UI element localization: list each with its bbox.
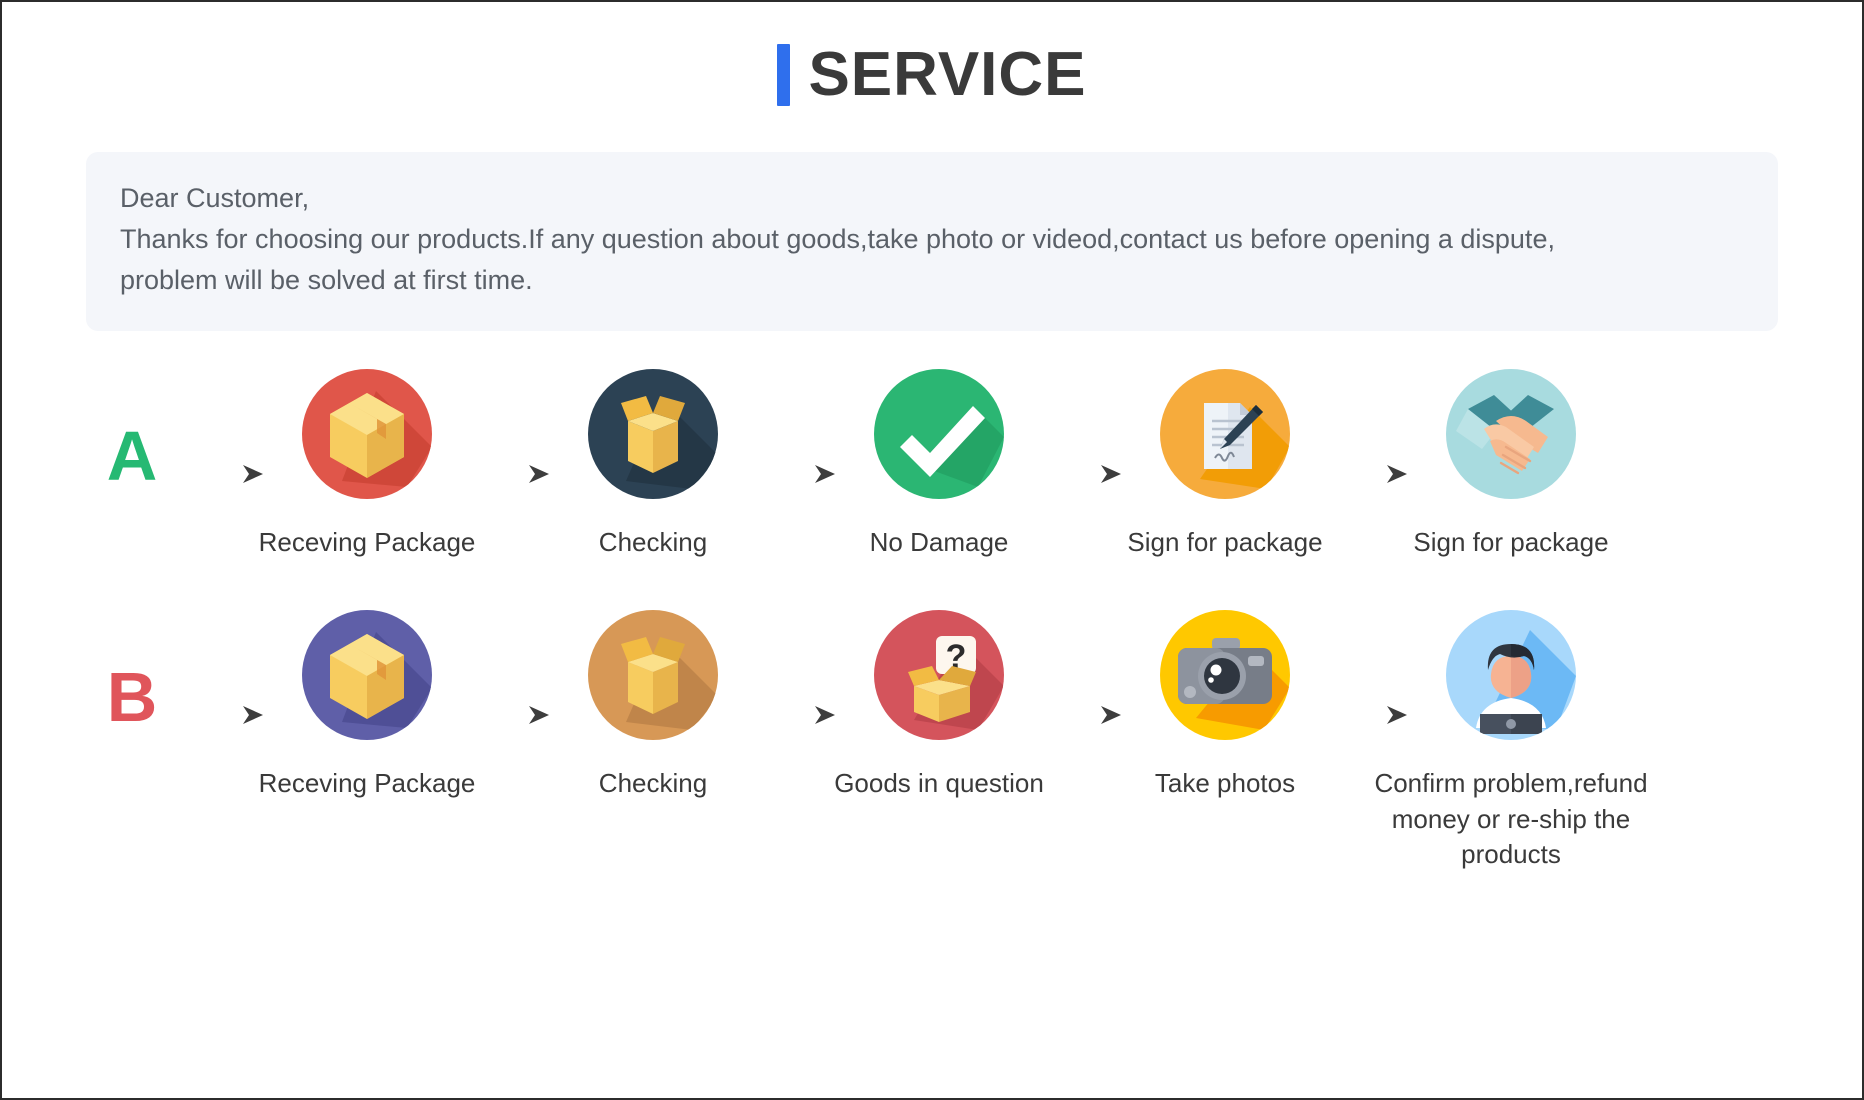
flow-a-step-2: Checking bbox=[558, 369, 748, 560]
support-agent-icon bbox=[1446, 610, 1576, 741]
flow-b-step-5: Confirm problem,refund money or re-ship … bbox=[1374, 610, 1648, 872]
question-box-icon: ? bbox=[874, 610, 1004, 741]
service-page: SERVICE Dear Customer, Thanks for choosi… bbox=[0, 0, 1864, 1100]
camera-icon bbox=[1160, 610, 1290, 741]
open-box-icon bbox=[588, 369, 718, 500]
package-box-icon bbox=[302, 610, 432, 741]
arrow-icon bbox=[748, 369, 844, 487]
arrow-icon bbox=[176, 610, 272, 728]
customer-notice-panel: Dear Customer, Thanks for choosing our p… bbox=[86, 152, 1778, 332]
flow-b-step-4: Take photos bbox=[1130, 610, 1320, 801]
arrow-icon bbox=[1034, 610, 1130, 728]
flow-letter-a: A bbox=[106, 417, 158, 496]
flow-row-b: B Receving Package Checking ? Goods in q… bbox=[2, 610, 1862, 872]
title-accent-bar bbox=[777, 44, 791, 106]
flow-a-step-3: No Damage bbox=[844, 369, 1034, 560]
package-box-icon bbox=[302, 369, 432, 500]
document-pen-icon bbox=[1160, 369, 1290, 500]
flow-a-step-1: Receving Package bbox=[259, 369, 475, 560]
flow-b-step-2: Checking bbox=[558, 610, 748, 801]
arrow-icon bbox=[176, 369, 272, 487]
flow-b-step-3: ? Goods in question bbox=[834, 610, 1044, 801]
flow-a-step-4: Sign for package bbox=[1127, 369, 1323, 560]
flow-a-step-2-label: Checking bbox=[598, 527, 708, 558]
arrow-icon bbox=[748, 610, 844, 728]
flow-b-step-4-label: Take photos bbox=[1154, 768, 1296, 799]
flow-b-step-3-label: Goods in question bbox=[834, 768, 1044, 799]
arrow-icon bbox=[1320, 610, 1416, 728]
page-title: SERVICE bbox=[808, 40, 1087, 109]
checkmark-icon bbox=[874, 369, 1004, 500]
arrow-icon bbox=[1034, 369, 1130, 487]
flow-a-step-5: Sign for package bbox=[1413, 369, 1609, 560]
flow-b-step-1: Receving Package bbox=[259, 610, 475, 801]
flow-b-letter-cell: B bbox=[88, 610, 176, 732]
flow-b-step-2-label: Checking bbox=[598, 768, 708, 799]
arrow-icon bbox=[1320, 369, 1416, 487]
page-header: SERVICE bbox=[2, 2, 1862, 106]
flow-a-letter-cell: A bbox=[88, 369, 176, 491]
flow-b-step-5-label: Confirm problem,refund money or re-ship … bbox=[1374, 768, 1648, 870]
arrow-icon bbox=[462, 610, 558, 728]
notice-line-3: problem will be solved at first time. bbox=[120, 265, 533, 296]
notice-line-1: Dear Customer, bbox=[120, 183, 310, 213]
flow-a-step-4-label: Sign for package bbox=[1127, 527, 1323, 558]
flow-letter-b: B bbox=[106, 658, 158, 737]
flow-b-step-1-label: Receving Package bbox=[258, 768, 476, 799]
open-box-icon bbox=[588, 610, 718, 741]
flow-a-step-3-label: No Damage bbox=[869, 527, 1009, 558]
flow-a-step-5-label: Sign for package bbox=[1413, 527, 1609, 558]
arrow-icon bbox=[462, 369, 558, 487]
flow-a-step-1-label: Receving Package bbox=[258, 527, 476, 558]
handshake-icon bbox=[1446, 369, 1576, 500]
notice-line-2: Thanks for choosing our products.If any … bbox=[120, 224, 1555, 255]
flow-row-a: A Receving Package Checking No Damage Si… bbox=[2, 369, 1862, 560]
